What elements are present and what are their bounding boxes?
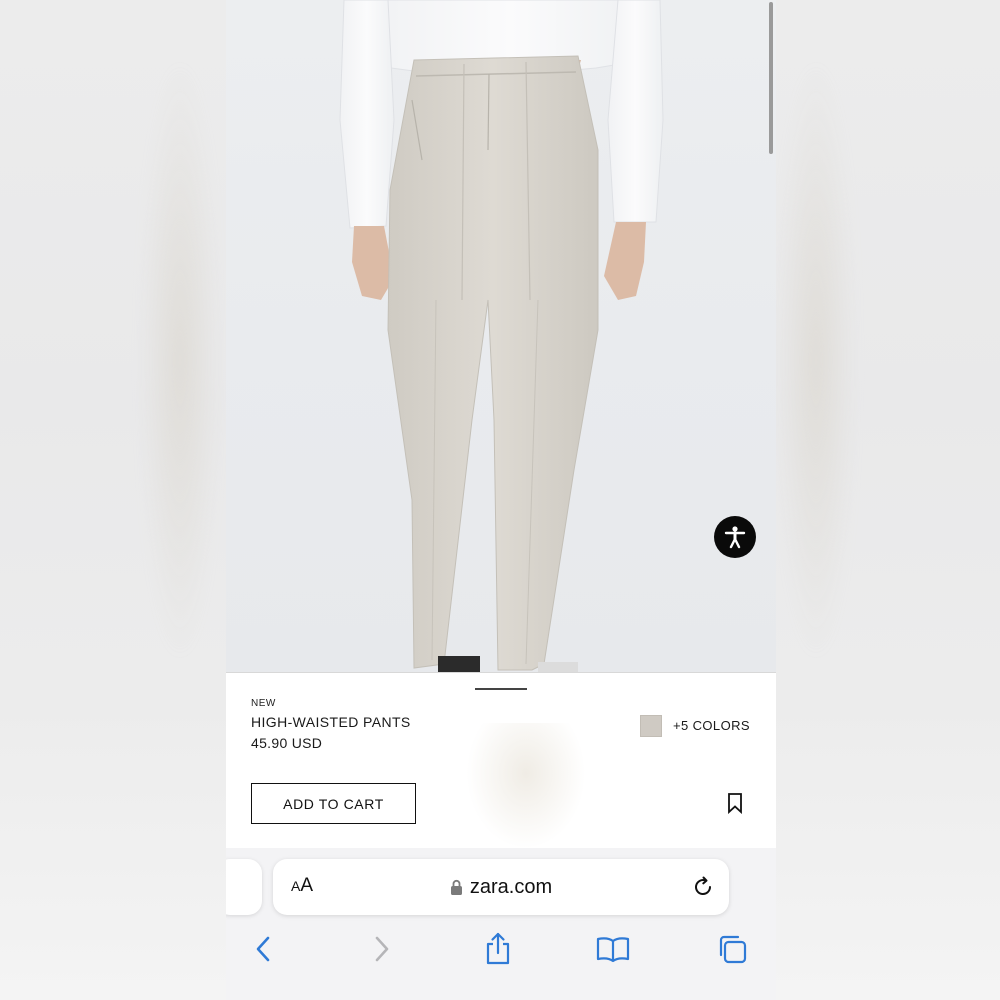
- product-photo-illustration: [339, 0, 664, 672]
- new-badge: NEW: [251, 698, 276, 709]
- blurred-backdrop-left: [0, 0, 226, 1000]
- color-swatch[interactable]: [640, 715, 662, 737]
- bookmark-icon: [728, 793, 742, 815]
- bookmark-button[interactable]: [725, 792, 745, 815]
- scroll-indicator[interactable]: [769, 2, 773, 154]
- product-price: 45.90 USD: [251, 735, 323, 751]
- reload-button[interactable]: [691, 875, 715, 899]
- text-size-large-glyph: A: [300, 875, 314, 896]
- chevron-left-icon: [256, 936, 270, 962]
- share-icon: [486, 932, 510, 965]
- text-size-button[interactable]: AA: [291, 875, 313, 897]
- product-photo[interactable]: [226, 0, 776, 672]
- add-to-cart-button[interactable]: ADD TO CART: [251, 783, 416, 824]
- more-colors-link[interactable]: +5 COLORS: [673, 718, 750, 733]
- browser-toolbar: AA zara.com: [226, 848, 776, 1000]
- text-size-small-glyph: A: [291, 878, 301, 894]
- back-button[interactable]: [245, 933, 281, 965]
- tabs-button[interactable]: [714, 933, 750, 965]
- address-bar[interactable]: AA zara.com: [273, 859, 729, 915]
- blurred-figure: [776, 60, 856, 660]
- blurred-figure: [140, 60, 220, 660]
- chevron-right-icon: [375, 936, 389, 962]
- reload-icon: [695, 876, 712, 896]
- sheet-grab-handle[interactable]: [475, 688, 527, 690]
- product-info-panel: NEW HIGH-WAISTED PANTS 45.90 USD +5 COLO…: [226, 672, 776, 849]
- previous-tab-preview[interactable]: [226, 859, 262, 915]
- forward-button[interactable]: [364, 933, 400, 965]
- lock-icon: [450, 879, 462, 895]
- accessibility-icon: [724, 526, 746, 549]
- phone-screen: NEW HIGH-WAISTED PANTS 45.90 USD +5 COLO…: [226, 0, 776, 1000]
- url-text: zara.com: [469, 875, 553, 898]
- background-image-preview: [466, 723, 586, 849]
- book-icon: [596, 937, 630, 963]
- share-button[interactable]: [480, 932, 516, 965]
- accessibility-button[interactable]: [714, 516, 756, 558]
- tabs-icon: [719, 935, 747, 964]
- product-name: HIGH-WAISTED PANTS: [251, 714, 411, 730]
- blurred-backdrop-right: [776, 0, 1000, 1000]
- url-display: zara.com: [273, 859, 729, 915]
- bookmarks-button[interactable]: [595, 933, 631, 965]
